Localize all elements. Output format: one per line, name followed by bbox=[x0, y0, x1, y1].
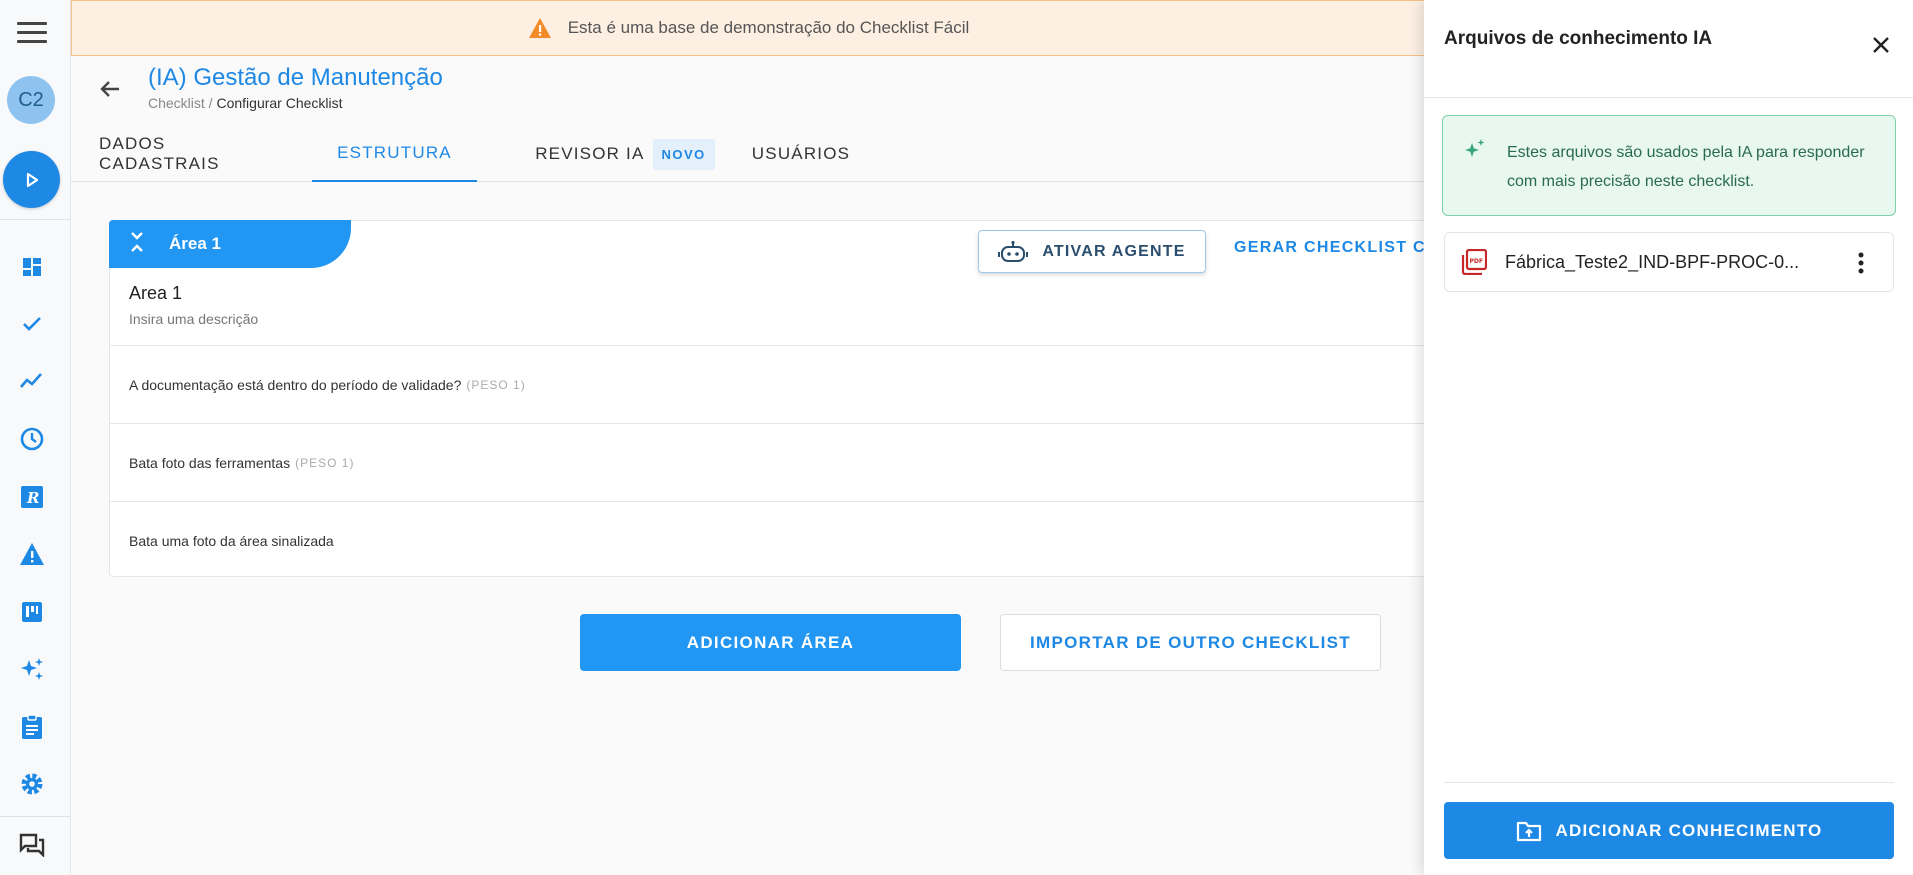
play-button[interactable] bbox=[3, 151, 60, 208]
banner-text: Esta é uma base de demonstração do Check… bbox=[567, 18, 970, 37]
close-button[interactable] bbox=[1866, 30, 1896, 60]
info-callout: Estes arquivos são usados pela IA para r… bbox=[1442, 115, 1896, 216]
question-text: A documentação está dentro do período de… bbox=[129, 376, 462, 393]
question-text: Bata uma foto da área sinalizada bbox=[129, 532, 334, 549]
hamburger-menu-icon[interactable] bbox=[17, 22, 47, 46]
knowledge-files-drawer: Arquivos de conhecimento IA Estes arquiv… bbox=[1424, 0, 1913, 875]
area-name[interactable]: Area 1 bbox=[129, 283, 182, 304]
tab-estrutura[interactable]: ESTRUTURA bbox=[312, 126, 477, 182]
trending-icon[interactable] bbox=[16, 365, 48, 397]
tab-revisor-ia-label: REVISOR IA bbox=[535, 144, 645, 163]
clock-icon[interactable] bbox=[16, 423, 48, 455]
svg-text:R: R bbox=[26, 489, 39, 507]
breadcrumb-root[interactable]: Checklist / bbox=[148, 95, 213, 111]
area-description[interactable]: Insira uma descrição bbox=[129, 311, 258, 327]
add-area-button[interactable]: ADICIONAR ÁREA bbox=[580, 614, 961, 671]
warning-icon bbox=[528, 18, 551, 38]
drawer-divider bbox=[1424, 97, 1913, 98]
info-text: Estes arquivos são usados pela IA para r… bbox=[1507, 144, 1865, 190]
dashboard-icon[interactable] bbox=[16, 251, 48, 283]
play-icon bbox=[26, 172, 38, 187]
svg-text:PDF: PDF bbox=[1470, 258, 1483, 265]
robot-icon bbox=[998, 240, 1029, 262]
question-row[interactable]: A documentação está dentro do período de… bbox=[110, 345, 1428, 423]
close-icon bbox=[1873, 37, 1889, 53]
warning-icon[interactable] bbox=[16, 538, 48, 570]
knowledge-file-item[interactable]: PDF Fábrica_Teste2_IND-BPF-PROC-0... bbox=[1444, 232, 1894, 292]
tab-dados-cadastrais[interactable]: DADOS CADASTRAIS bbox=[99, 126, 280, 182]
tab-bar: DADOS CADASTRAIS ESTRUTURA REVISOR IA NO… bbox=[71, 126, 1426, 182]
question-row[interactable]: Bata foto das ferramentas (PESO 1) bbox=[110, 423, 1428, 501]
question-weight: (PESO 1) bbox=[295, 455, 355, 470]
tab-usuarios[interactable]: USUÁRIOS bbox=[726, 126, 876, 182]
area-tab-label[interactable]: Área 1 bbox=[169, 234, 221, 254]
pdf-icon: PDF bbox=[1461, 249, 1487, 275]
collapse-chevron-icon[interactable] bbox=[129, 231, 145, 258]
r-app-icon[interactable]: R bbox=[16, 481, 48, 513]
area-card: Área 1 ATIVAR AGENTE GERAR CHECKLIST CO … bbox=[109, 220, 1438, 579]
tab-revisor-ia[interactable]: REVISOR IA NOVO bbox=[506, 126, 744, 182]
folder-upload-icon bbox=[1516, 821, 1541, 841]
chat-icon[interactable] bbox=[16, 829, 48, 861]
sparkles-icon bbox=[1465, 139, 1485, 157]
kanban-icon[interactable] bbox=[16, 596, 48, 628]
add-knowledge-button[interactable]: ADICIONAR CONHECIMENTO bbox=[1444, 802, 1894, 859]
avatar[interactable]: C2 bbox=[7, 76, 55, 124]
file-name: Fábrica_Teste2_IND-BPF-PROC-0... bbox=[1505, 251, 1800, 272]
add-knowledge-label: ADICIONAR CONHECIMENTO bbox=[1555, 820, 1823, 840]
gear-icon[interactable] bbox=[16, 768, 48, 800]
question-weight: (PESO 1) bbox=[466, 377, 526, 392]
generate-checklist-button[interactable]: GERAR CHECKLIST CO bbox=[1234, 239, 1440, 257]
left-navigation-rail: C2 R bbox=[0, 0, 71, 875]
sparkles-icon[interactable] bbox=[16, 653, 48, 685]
activate-agent-button[interactable]: ATIVAR AGENTE bbox=[978, 230, 1206, 273]
new-badge: NOVO bbox=[652, 138, 715, 170]
clipboard-icon[interactable] bbox=[16, 711, 48, 743]
import-checklist-button[interactable]: IMPORTAR DE OUTRO CHECKLIST bbox=[1000, 614, 1381, 671]
activate-agent-label: ATIVAR AGENTE bbox=[1042, 242, 1186, 260]
rail-divider bbox=[0, 816, 71, 817]
rail-divider bbox=[0, 219, 71, 220]
more-options-icon[interactable] bbox=[1849, 251, 1873, 275]
question-text: Bata foto das ferramentas bbox=[129, 454, 291, 471]
checkmark-icon[interactable] bbox=[16, 308, 48, 340]
breadcrumb: Checklist / Configurar Checklist bbox=[148, 95, 343, 111]
breadcrumb-current: Configurar Checklist bbox=[216, 95, 343, 111]
page-title: (IA) Gestão de Manutenção bbox=[148, 64, 443, 91]
drawer-divider bbox=[1444, 782, 1894, 783]
back-button[interactable] bbox=[95, 74, 125, 104]
area-header-tab: Área 1 bbox=[109, 220, 351, 268]
drawer-title: Arquivos de conhecimento IA bbox=[1444, 28, 1713, 49]
demo-banner: Esta é uma base de demonstração do Check… bbox=[71, 0, 1426, 56]
arrow-left-icon bbox=[100, 81, 119, 97]
question-row[interactable]: Bata uma foto da área sinalizada bbox=[110, 501, 1428, 579]
